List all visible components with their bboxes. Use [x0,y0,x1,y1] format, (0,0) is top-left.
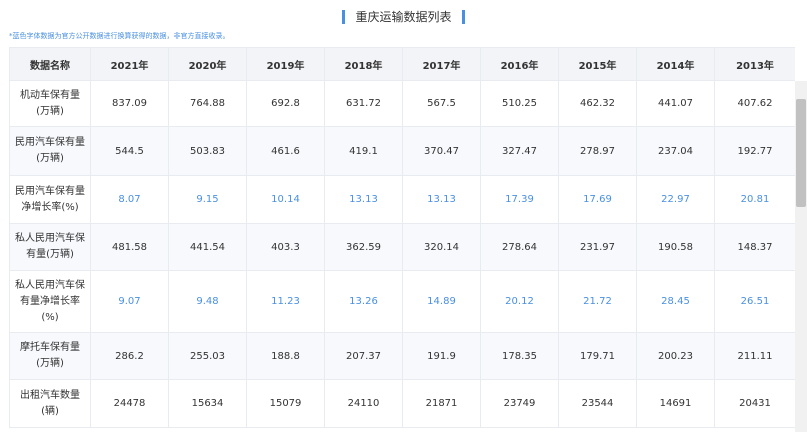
table-cell: 462.32 [558,80,637,127]
header-cell-year: 2013年 [714,47,795,81]
header-cell-year: 2019年 [246,47,325,81]
row-label: 私人民用汽车保有量(万辆) [9,223,91,271]
table-cell-derived: 14.89 [402,270,481,333]
table-cell: 278.97 [558,126,637,176]
table-cell-derived: 22.97 [636,175,715,224]
table-cell: 320.14 [402,223,481,271]
table-cell: 20431 [714,379,795,428]
table-cell: 419.1 [324,126,403,176]
table-cell: 481.58 [90,223,169,271]
table-cell: 403.3 [246,223,325,271]
data-table-container[interactable]: 数据名称 2021年 2020年 2019年 2018年 2017年 2016年… [9,47,795,432]
table-cell: 631.72 [324,80,403,127]
table-cell: 231.97 [558,223,637,271]
table-cell: 23749 [480,379,559,428]
row-label: 摩托车保有量(万辆) [9,332,91,380]
table-cell: 692.8 [246,80,325,127]
table-cell: 190.58 [636,223,715,271]
table-cell: 21871 [402,379,481,428]
header-cell-year: 2016年 [480,47,559,81]
table-cell: 200.23 [636,332,715,380]
table-cell: 441.07 [636,80,715,127]
header-cell-name: 数据名称 [9,47,91,81]
table-cell-derived: 13.13 [402,175,481,224]
table-cell-derived: 28.45 [636,270,715,333]
row-label: 民用汽车保有量(万辆) [9,126,91,176]
table-cell: 178.35 [480,332,559,380]
header-cell-year: 2021年 [90,47,169,81]
table-cell-derived: 20.12 [480,270,559,333]
table-cell-derived: 9.15 [168,175,247,224]
table-row: 出租汽车数量(辆) 24478 15634 15079 24110 21871 … [9,379,795,428]
table-cell-derived: 13.13 [324,175,403,224]
table-cell-derived: 17.39 [480,175,559,224]
table-cell: 764.88 [168,80,247,127]
table-cell-derived: 21.72 [558,270,637,333]
row-label: 机动车保有量(万辆) [9,80,91,127]
table-cell: 327.47 [480,126,559,176]
table-header-row: 数据名称 2021年 2020年 2019年 2018年 2017年 2016年… [9,47,795,81]
table-row: 民用汽车保有量(万辆) 544.5 503.83 461.6 419.1 370… [9,126,795,176]
table-cell: 24478 [90,379,169,428]
table-cell-derived: 10.14 [246,175,325,224]
table-cell-derived: 11.23 [246,270,325,333]
table-cell: 278.64 [480,223,559,271]
table-row: 私人民用汽车保有量(万辆) 481.58 441.54 403.3 362.59… [9,223,795,271]
title-left-bar [342,10,346,24]
table-cell: 544.5 [90,126,169,176]
table-cell-derived: 20.81 [714,175,795,224]
vertical-scrollbar[interactable] [795,81,807,432]
table-cell: 211.11 [714,332,795,380]
table-row: 私人民用汽车保有量净增长率(%) 9.07 9.48 11.23 13.26 1… [9,270,795,333]
table-cell-derived: 8.07 [90,175,169,224]
row-label: 民用汽车保有量净增长率(%) [9,175,91,224]
table-cell: 14691 [636,379,715,428]
table-cell-derived: 9.48 [168,270,247,333]
table-cell: 837.09 [90,80,169,127]
table-row: 机动车保有量(万辆) 837.09 764.88 692.8 631.72 56… [9,80,795,127]
table-cell-derived: 26.51 [714,270,795,333]
table-cell: 15634 [168,379,247,428]
header-cell-year: 2014年 [636,47,715,81]
title-right-bar [461,10,465,24]
table-cell: 407.62 [714,80,795,127]
header-cell-year: 2015年 [558,47,637,81]
scrollbar-thumb[interactable] [796,99,806,207]
table-cell-derived: 9.07 [90,270,169,333]
table-cell: 255.03 [168,332,247,380]
table-cell: 191.9 [402,332,481,380]
page-title-block: 重庆运输数据列表 [0,9,807,25]
table-cell: 179.71 [558,332,637,380]
table-cell: 15079 [246,379,325,428]
table-cell: 188.8 [246,332,325,380]
table-cell: 24110 [324,379,403,428]
table-cell: 362.59 [324,223,403,271]
table-cell: 192.77 [714,126,795,176]
header-cell-year: 2017年 [402,47,481,81]
table-cell: 286.2 [90,332,169,380]
table-cell-derived: 13.26 [324,270,403,333]
table-cell: 441.54 [168,223,247,271]
page: 重庆运输数据列表 *蓝色字体数据为官方公开数据进行换算获得的数据，非官方直接收录… [0,0,807,432]
table-cell: 207.37 [324,332,403,380]
row-label: 出租汽车数量(辆) [9,379,91,428]
table-cell: 567.5 [402,80,481,127]
table-cell: 503.83 [168,126,247,176]
header-cell-year: 2018年 [324,47,403,81]
table-cell: 237.04 [636,126,715,176]
table-cell: 370.47 [402,126,481,176]
row-label: 私人民用汽车保有量净增长率(%) [9,270,91,333]
header-cell-year: 2020年 [168,47,247,81]
table-cell-derived: 17.69 [558,175,637,224]
table-cell: 23544 [558,379,637,428]
data-note: *蓝色字体数据为官方公开数据进行换算获得的数据，非官方直接收录。 [9,32,230,40]
table-cell: 148.37 [714,223,795,271]
table-cell: 461.6 [246,126,325,176]
data-table: 数据名称 2021年 2020年 2019年 2018年 2017年 2016年… [9,47,795,428]
page-title: 重庆运输数据列表 [355,10,452,24]
table-row: 摩托车保有量(万辆) 286.2 255.03 188.8 207.37 191… [9,332,795,380]
table-cell: 510.25 [480,80,559,127]
table-row: 民用汽车保有量净增长率(%) 8.07 9.15 10.14 13.13 13.… [9,175,795,224]
